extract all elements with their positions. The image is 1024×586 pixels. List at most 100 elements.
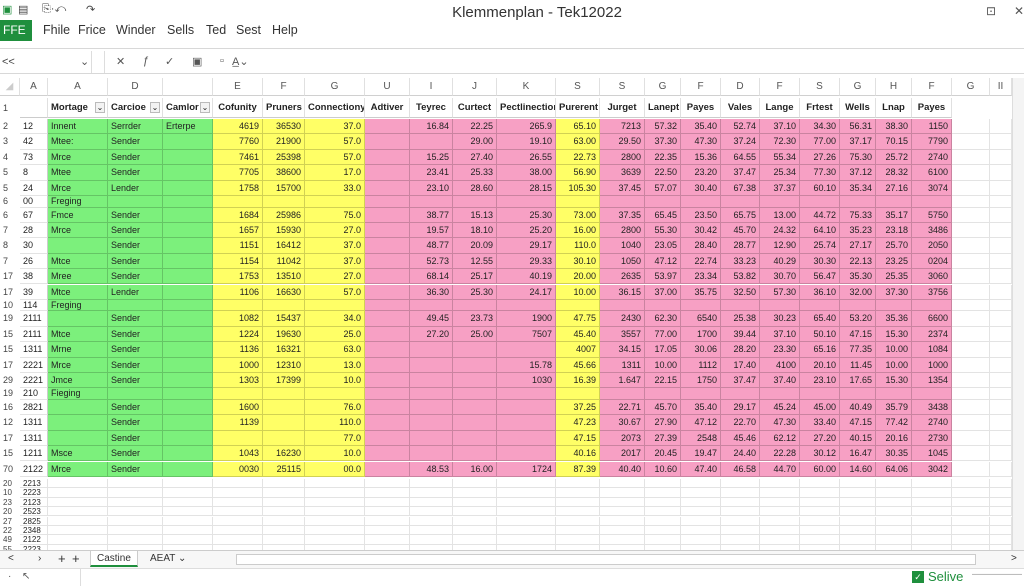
menu-item[interactable]: Winder xyxy=(116,23,156,37)
data-cell[interactable]: 22.73 xyxy=(556,149,600,166)
data-cell[interactable]: 4007 xyxy=(556,342,600,358)
filter-dropdown-icon[interactable]: ⌄ xyxy=(200,102,210,113)
empty-cell[interactable] xyxy=(453,497,497,508)
empty-cell[interactable] xyxy=(952,269,990,285)
data-cell[interactable] xyxy=(48,415,108,431)
data-cell[interactable]: 23.34 xyxy=(681,269,721,285)
data-cell[interactable]: 33.0 xyxy=(305,180,365,196)
data-cell[interactable] xyxy=(410,430,453,447)
empty-cell[interactable] xyxy=(365,497,410,508)
data-cell[interactable] xyxy=(163,134,213,150)
empty-cell[interactable] xyxy=(305,507,365,517)
column-title[interactable]: Carcioe ⌄ xyxy=(108,98,163,118)
data-cell[interactable]: 25.0 xyxy=(305,326,365,343)
empty-cell[interactable] xyxy=(263,488,305,498)
data-cell[interactable] xyxy=(163,326,213,343)
data-cell[interactable]: 12.55 xyxy=(453,253,497,270)
empty-cell[interactable] xyxy=(163,488,213,498)
data-cell[interactable]: 16321 xyxy=(263,342,305,358)
data-cell[interactable]: 30.10 xyxy=(556,253,600,270)
data-cell[interactable] xyxy=(213,430,263,447)
empty-cell[interactable] xyxy=(840,488,876,498)
spreadsheet-grid[interactable]: ◢ A A D E F G U I J K S S G F D F S G H F G II 1 Mortage ⌄ Carcioe… xyxy=(0,78,1024,573)
font-color-icon[interactable]: A̲⌄ xyxy=(232,55,249,68)
data-cell[interactable]: 68.14 xyxy=(410,269,453,285)
empty-cell[interactable] xyxy=(952,180,990,196)
row-number[interactable]: 5 xyxy=(0,181,20,196)
data-cell[interactable]: 38.00 xyxy=(497,165,556,181)
data-cell[interactable]: 57.32 xyxy=(645,119,681,135)
data-cell[interactable]: 27.0 xyxy=(305,222,365,239)
data-cell[interactable]: 73.00 xyxy=(556,207,600,223)
data-cell[interactable]: 47.30 xyxy=(681,134,721,150)
empty-cell[interactable] xyxy=(681,478,721,489)
data-cell[interactable]: 10.00 xyxy=(876,342,912,358)
data-cell[interactable]: 27.26 xyxy=(800,149,840,166)
data-cell[interactable] xyxy=(163,180,213,196)
data-cell[interactable] xyxy=(760,299,800,312)
empty-cell[interactable] xyxy=(108,488,163,498)
data-cell[interactable]: 47.75 xyxy=(556,311,600,327)
empty-cell[interactable] xyxy=(410,497,453,508)
empty-cell[interactable] xyxy=(453,525,497,536)
data-cell[interactable] xyxy=(365,119,410,135)
empty-cell[interactable] xyxy=(263,497,305,508)
empty-cell[interactable] xyxy=(912,525,952,536)
data-cell[interactable] xyxy=(163,342,213,358)
data-cell[interactable]: 64.10 xyxy=(800,222,840,239)
row-number[interactable]: 6 xyxy=(0,196,20,208)
empty-cell[interactable] xyxy=(305,535,365,545)
empty-cell[interactable] xyxy=(990,535,1012,545)
column-header[interactable]: J xyxy=(453,78,497,96)
empty-cell[interactable] xyxy=(721,488,760,498)
empty-cell[interactable] xyxy=(213,535,263,545)
data-cell[interactable] xyxy=(108,196,163,208)
data-cell[interactable]: 52.74 xyxy=(721,119,760,135)
empty-cell[interactable] xyxy=(721,478,760,489)
row-id[interactable]: 2111 xyxy=(20,311,48,327)
data-cell[interactable]: 25398 xyxy=(263,149,305,166)
empty-cell[interactable] xyxy=(163,516,213,526)
empty-cell[interactable] xyxy=(213,478,263,489)
empty-cell[interactable] xyxy=(213,507,263,517)
empty-cell[interactable] xyxy=(990,196,1012,208)
empty-cell[interactable] xyxy=(453,535,497,545)
empty-cell[interactable] xyxy=(305,516,365,526)
empty-cell[interactable] xyxy=(912,488,952,498)
row-id[interactable]: 26 xyxy=(20,253,48,270)
data-cell[interactable]: 105.30 xyxy=(556,180,600,196)
row-number[interactable]: 12 xyxy=(0,415,20,430)
data-cell[interactable] xyxy=(365,165,410,181)
data-cell[interactable]: 35.40 xyxy=(681,119,721,135)
empty-cell[interactable] xyxy=(990,373,1012,389)
empty-cell[interactable] xyxy=(990,478,1012,489)
data-cell[interactable]: 57.0 xyxy=(305,284,365,300)
data-cell[interactable]: 25.17 xyxy=(453,269,497,285)
data-cell[interactable] xyxy=(800,299,840,312)
accessibility-icon[interactable]: ✓ xyxy=(912,571,924,583)
empty-cell[interactable] xyxy=(876,507,912,517)
data-cell[interactable]: 25.34 xyxy=(760,165,800,181)
empty-cell[interactable] xyxy=(108,525,163,536)
data-cell[interactable]: 25.70 xyxy=(876,238,912,254)
data-cell[interactable]: 56.90 xyxy=(556,165,600,181)
data-cell[interactable]: 53.97 xyxy=(645,269,681,285)
row-number[interactable]: 6 xyxy=(0,208,20,223)
data-cell[interactable]: 47.15 xyxy=(840,326,876,343)
data-cell[interactable] xyxy=(645,388,681,400)
row-number[interactable]: 23 xyxy=(0,498,20,507)
data-cell[interactable]: 36.15 xyxy=(600,284,645,300)
data-cell[interactable]: 27.39 xyxy=(645,430,681,447)
empty-cell[interactable] xyxy=(952,222,990,239)
data-cell[interactable]: 39.44 xyxy=(721,326,760,343)
data-cell[interactable]: 34.30 xyxy=(800,119,840,135)
data-cell[interactable] xyxy=(365,357,410,373)
column-header[interactable]: G xyxy=(840,78,876,96)
data-cell[interactable]: 23.30 xyxy=(760,342,800,358)
column-header[interactable]: D xyxy=(108,78,163,96)
data-cell[interactable]: 15.30 xyxy=(876,326,912,343)
empty-cell[interactable] xyxy=(990,430,1012,447)
empty-cell[interactable] xyxy=(990,342,1012,358)
empty-cell[interactable] xyxy=(556,507,600,517)
data-cell[interactable]: 35.34 xyxy=(840,180,876,196)
